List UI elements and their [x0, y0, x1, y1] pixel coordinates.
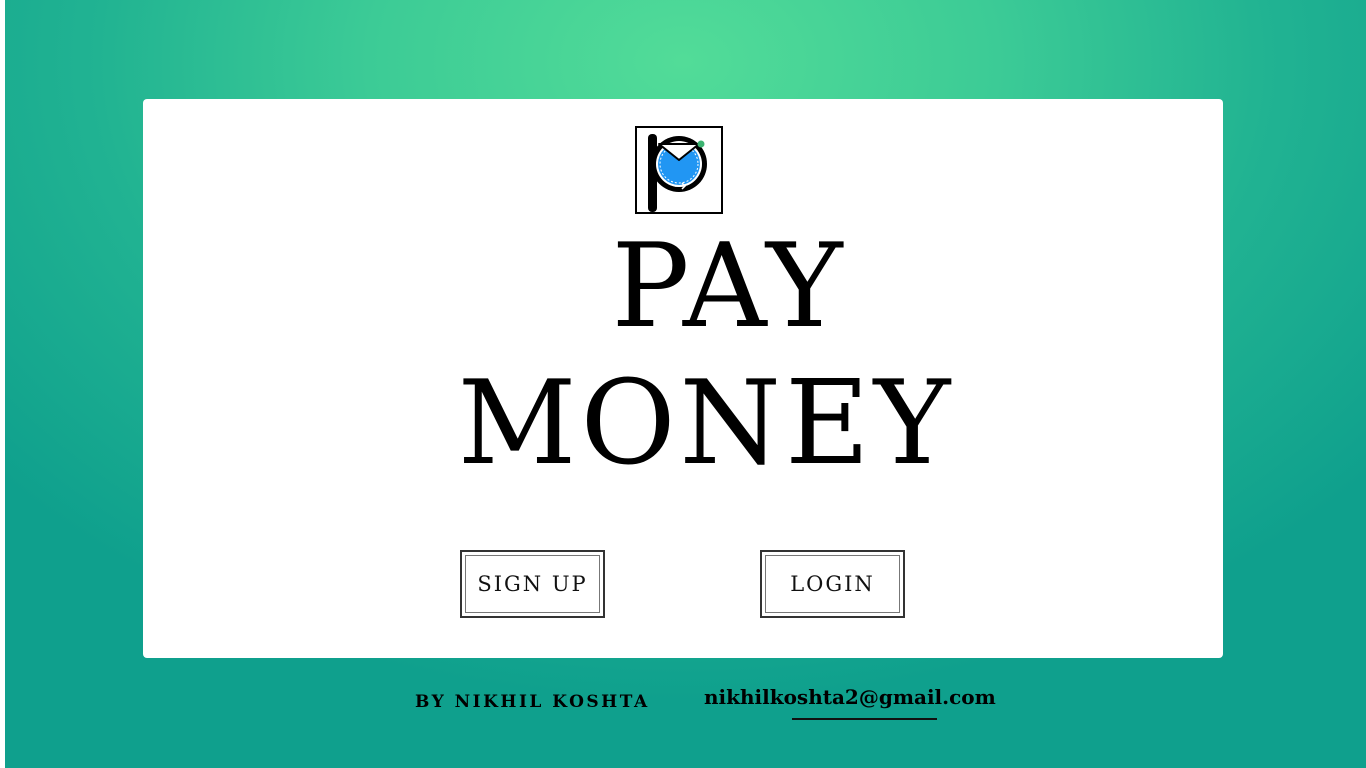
app-title-pay: PAY: [611, 219, 847, 354]
signup-button[interactable]: SIGN UP: [460, 550, 605, 618]
pay-money-logo-icon: [635, 126, 723, 214]
email-underline: [792, 718, 937, 720]
left-edge-strip: [0, 0, 5, 768]
app-title-money: MONEY: [457, 356, 955, 491]
contact-email-link[interactable]: nikhilkoshta2@gmail.com: [704, 685, 996, 709]
author-credit: BY NIKHIL KOSHTA: [415, 692, 650, 712]
landing-card: PAY MONEY SIGN UP LOGIN: [143, 99, 1223, 658]
login-button[interactable]: LOGIN: [760, 550, 905, 618]
